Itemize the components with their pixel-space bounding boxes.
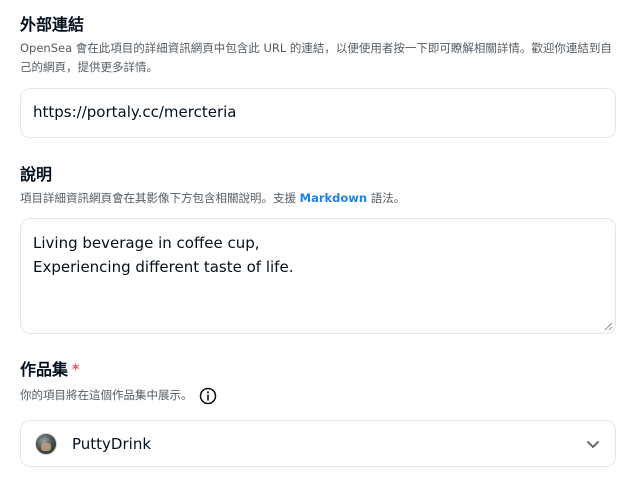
required-mark: * [72,362,80,378]
external-link-description: OpenSea 會在此項目的詳細資訊網頁中包含此 URL 的連結，以便使用者按一… [20,41,612,74]
external-link-input[interactable] [33,89,603,136]
collection-select[interactable]: PuttyDrink [20,420,616,467]
collection-section: 作品集 * 你的項目將在這個作品集中展示。 [20,360,616,405]
description-help: 項目詳細資訊網頁會在其影像下方包含相關說明。支援 Markdown 語法。 [20,189,616,208]
resize-grip-icon[interactable] [603,321,613,331]
external-link-title: 外部連結 [20,15,85,34]
collection-description: 你的項目將在這個作品集中展示。 [20,388,193,402]
description-textarea[interactable]: Living beverage in coffee cup, Experienc… [33,231,603,321]
description-help-text: 項目詳細資訊網頁會在其影像下方包含相關說明。支援 [20,191,300,205]
info-icon[interactable] [199,387,217,405]
collection-title: 作品集 [20,360,69,379]
description-title: 說明 [20,165,53,184]
description-field[interactable]: Living beverage in coffee cup, Experienc… [20,218,616,334]
external-link-field[interactable] [20,88,616,138]
external-link-section: 外部連結 OpenSea 會在此項目的詳細資訊網頁中包含此 URL 的連結，以便… [20,15,616,77]
description-help-text-end: 語法。 [367,191,406,205]
collection-avatar [35,432,57,455]
description-section: 說明 項目詳細資訊網頁會在其影像下方包含相關說明。支援 Markdown 語法。 [20,165,616,208]
chevron-down-icon[interactable] [585,436,601,452]
collection-selected-value: PuttyDrink [72,434,152,453]
collection-description-row: 你的項目將在這個作品集中展示。 [20,386,616,405]
markdown-link[interactable]: Markdown [300,191,367,205]
collection-title-row: 作品集 * [20,360,616,380]
